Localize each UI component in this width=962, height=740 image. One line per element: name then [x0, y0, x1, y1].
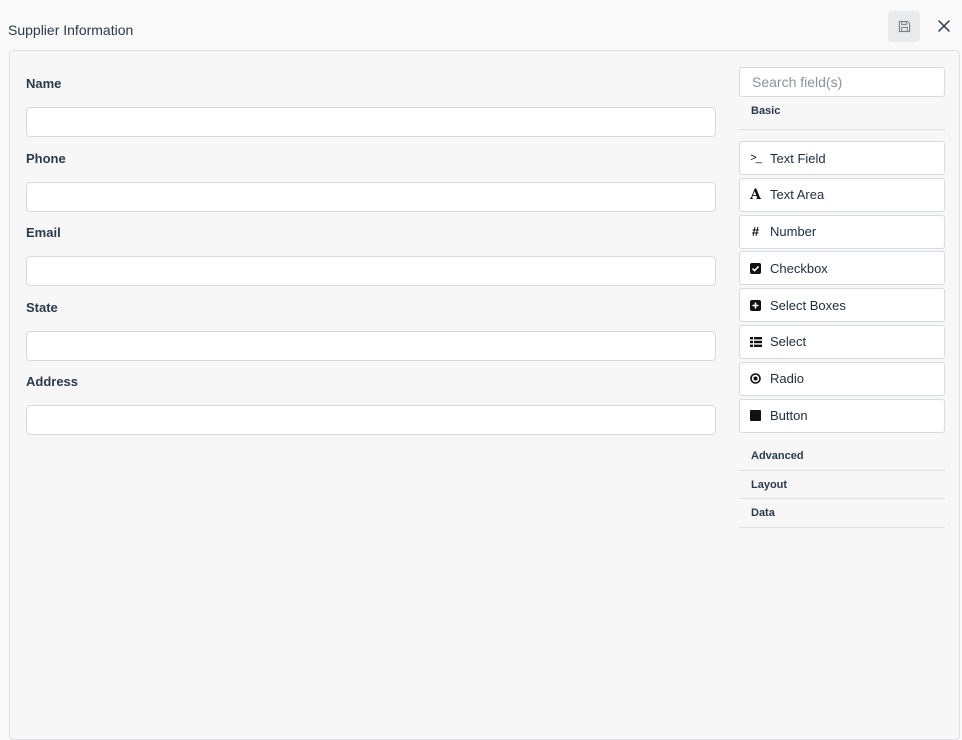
phone-label: Phone — [26, 151, 66, 166]
form-field-state: State — [26, 299, 716, 361]
name-input[interactable] — [26, 107, 716, 137]
modal-header: Supplier Information — [0, 0, 962, 50]
plus-square-icon — [749, 299, 762, 311]
search-fields-input[interactable] — [739, 67, 945, 97]
list-icon — [749, 336, 762, 347]
page-title: Supplier Information — [8, 22, 134, 38]
group-data-header[interactable]: Data — [739, 499, 945, 528]
component-sidebar: Basic >_ Text Field A Text Area # Number… — [739, 67, 945, 528]
state-label: State — [26, 300, 58, 315]
name-label: Name — [26, 76, 62, 91]
component-number[interactable]: # Number — [739, 214, 945, 249]
component-select-boxes[interactable]: Select Boxes — [739, 288, 945, 323]
close-button[interactable] — [933, 15, 955, 37]
component-radio[interactable]: Radio — [739, 361, 945, 396]
dot-circle-icon — [749, 373, 762, 385]
form-field-email: Email — [26, 224, 716, 286]
form-field-name: Name — [26, 75, 716, 137]
component-label: Select — [770, 334, 807, 350]
state-input[interactable] — [26, 331, 716, 361]
component-label: Text Field — [770, 150, 826, 166]
component-label: Radio — [770, 371, 804, 387]
stop-icon — [749, 410, 762, 422]
phone-input[interactable] — [26, 182, 716, 212]
check-square-icon — [749, 262, 762, 274]
group-basic-header[interactable]: Basic — [739, 97, 945, 130]
component-checkbox[interactable]: Checkbox — [739, 251, 945, 286]
font-icon: A — [750, 186, 761, 203]
save-button[interactable] — [888, 11, 920, 42]
form-field-phone: Phone — [26, 150, 716, 212]
form-field-address: Address — [26, 373, 716, 435]
component-text-field[interactable]: >_ Text Field — [739, 141, 945, 175]
address-label: Address — [26, 374, 79, 389]
terminal-icon: >_ — [750, 152, 762, 164]
component-button[interactable]: Button — [739, 398, 945, 433]
component-label: Text Area — [770, 187, 825, 203]
email-label: Email — [26, 225, 61, 240]
group-advanced-header[interactable]: Advanced — [739, 442, 945, 471]
email-input[interactable] — [26, 256, 716, 286]
close-icon — [938, 20, 950, 32]
address-input[interactable] — [26, 405, 716, 435]
component-label: Select Boxes — [770, 297, 846, 313]
basic-components-list: >_ Text Field A Text Area # Number Check… — [739, 141, 945, 435]
component-label: Number — [770, 224, 817, 240]
form-builder-panel: Name Phone Email State Address Basic >_ … — [9, 50, 960, 740]
save-icon — [898, 20, 910, 33]
component-select[interactable]: Select — [739, 324, 945, 359]
component-text-area[interactable]: A Text Area — [739, 177, 945, 212]
hashtag-icon: # — [751, 224, 760, 240]
component-label: Checkbox — [770, 260, 828, 276]
group-layout-header[interactable]: Layout — [739, 471, 945, 500]
component-label: Button — [770, 408, 808, 424]
